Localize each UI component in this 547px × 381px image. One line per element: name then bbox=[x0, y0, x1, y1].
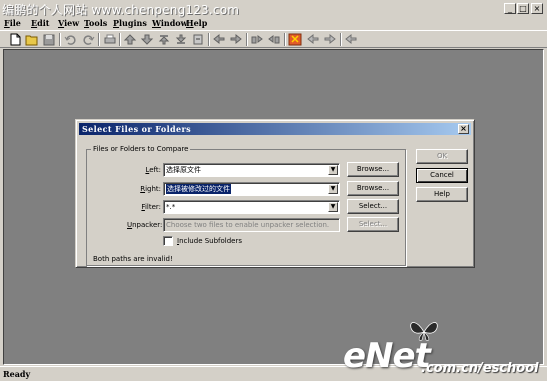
dialog-close-button[interactable]: × bbox=[458, 124, 469, 134]
menu-help[interactable]: Help bbox=[186, 17, 207, 30]
watermark-text: 编鹏的个人网站 www.chenpeng123.com bbox=[2, 3, 240, 17]
open-icon[interactable] bbox=[25, 33, 39, 46]
previous-icon[interactable] bbox=[323, 33, 337, 46]
filter-combo[interactable]: *.* ▼ bbox=[163, 200, 340, 214]
menu-bar: File Edit View Tools Plugins Window Help bbox=[0, 17, 547, 30]
title-bar: 编鹏的个人网站 www.chenpeng123.com _ □ × bbox=[0, 0, 547, 17]
dialog-title: Select Files or Folders bbox=[82, 124, 192, 134]
chevron-down-icon[interactable]: ▼ bbox=[328, 202, 338, 212]
last-diff-icon[interactable] bbox=[174, 33, 188, 46]
next-diff-icon[interactable] bbox=[140, 33, 154, 46]
undo-icon[interactable] bbox=[64, 33, 78, 46]
left-path-combo[interactable]: 选择原文件 ▼ bbox=[163, 163, 340, 177]
unpacker-field: Choose two files to enable unpacker sele… bbox=[163, 218, 340, 232]
include-subfolders-label[interactable]: Include Subfolders bbox=[177, 236, 242, 246]
toolbar-separator bbox=[246, 33, 248, 46]
chevron-down-icon[interactable]: ▼ bbox=[328, 184, 338, 194]
copy-left-icon[interactable] bbox=[212, 33, 226, 46]
current-diff-icon[interactable] bbox=[191, 33, 205, 46]
new-icon[interactable] bbox=[8, 33, 22, 46]
prev-diff-icon[interactable] bbox=[123, 33, 137, 46]
left-browse-button[interactable]: Browse... bbox=[347, 162, 399, 177]
group-label: Files or Folders to Compare bbox=[91, 144, 191, 154]
filter-select-button[interactable]: Select... bbox=[347, 199, 399, 214]
maximize-button[interactable]: □ bbox=[517, 3, 529, 14]
unpacker-label: Unpacker: bbox=[127, 221, 163, 229]
logo-brand: eNet bbox=[343, 336, 431, 376]
menu-view[interactable]: View bbox=[58, 17, 79, 30]
unpacker-select-button: Select... bbox=[347, 217, 399, 232]
help-button[interactable]: Help bbox=[416, 187, 468, 202]
toolbar-separator bbox=[284, 33, 286, 46]
compare-group-box: Files or Folders to Compare Left: 选择原文件 … bbox=[86, 144, 406, 266]
unpacker-placeholder: Choose two files to enable unpacker sele… bbox=[166, 221, 330, 229]
status-text: Ready bbox=[3, 369, 31, 379]
filter-value: *.* bbox=[166, 203, 176, 211]
logo-url: .com.cn/eschool bbox=[421, 361, 539, 376]
cancel-button[interactable]: Cancel bbox=[416, 168, 468, 183]
toolbar-separator bbox=[208, 33, 210, 46]
toolbar-separator bbox=[119, 33, 121, 46]
next-icon[interactable] bbox=[344, 33, 358, 46]
first-diff-icon[interactable] bbox=[157, 33, 171, 46]
save-icon[interactable] bbox=[42, 33, 56, 46]
toolbar-separator bbox=[340, 33, 342, 46]
right-browse-button[interactable]: Browse... bbox=[347, 181, 399, 196]
left-path-value: 选择原文件 bbox=[166, 166, 201, 174]
select-files-dialog: Select Files or Folders × Files or Folde… bbox=[75, 119, 475, 268]
left-label: Left: bbox=[145, 166, 161, 174]
copy-right-icon[interactable] bbox=[229, 33, 243, 46]
toolbar-separator bbox=[59, 33, 61, 46]
menu-edit[interactable]: Edit bbox=[31, 17, 49, 30]
close-button[interactable]: × bbox=[531, 3, 543, 14]
right-path-value: 选择被修改过的文件 bbox=[166, 184, 231, 194]
right-label: Right: bbox=[140, 185, 161, 193]
enet-logo: eNet .com.cn/eschool bbox=[343, 318, 547, 381]
redo-icon[interactable] bbox=[81, 33, 95, 46]
print-icon[interactable] bbox=[103, 33, 117, 46]
menu-plugins[interactable]: Plugins bbox=[113, 17, 147, 30]
copy-all-left-icon[interactable] bbox=[250, 33, 264, 46]
chevron-down-icon[interactable]: ▼ bbox=[328, 165, 338, 175]
filter-label: Filter: bbox=[141, 203, 161, 211]
menu-file[interactable]: File bbox=[4, 17, 21, 30]
dialog-title-bar[interactable]: Select Files or Folders × bbox=[79, 123, 471, 135]
menu-tools[interactable]: Tools bbox=[84, 17, 107, 30]
include-subfolders-checkbox[interactable] bbox=[163, 236, 173, 246]
right-path-combo[interactable]: 选择被修改过的文件 ▼ bbox=[163, 182, 340, 196]
validation-message: Both paths are invalid! bbox=[93, 255, 173, 263]
options-icon[interactable] bbox=[306, 33, 320, 46]
refresh-icon[interactable] bbox=[288, 33, 302, 46]
minimize-button[interactable]: _ bbox=[504, 3, 516, 14]
toolbar bbox=[0, 30, 547, 48]
ok-button: OK bbox=[416, 149, 468, 164]
copy-all-right-icon[interactable] bbox=[267, 33, 281, 46]
toolbar-separator bbox=[98, 33, 100, 46]
menu-window[interactable]: Window bbox=[152, 17, 188, 30]
